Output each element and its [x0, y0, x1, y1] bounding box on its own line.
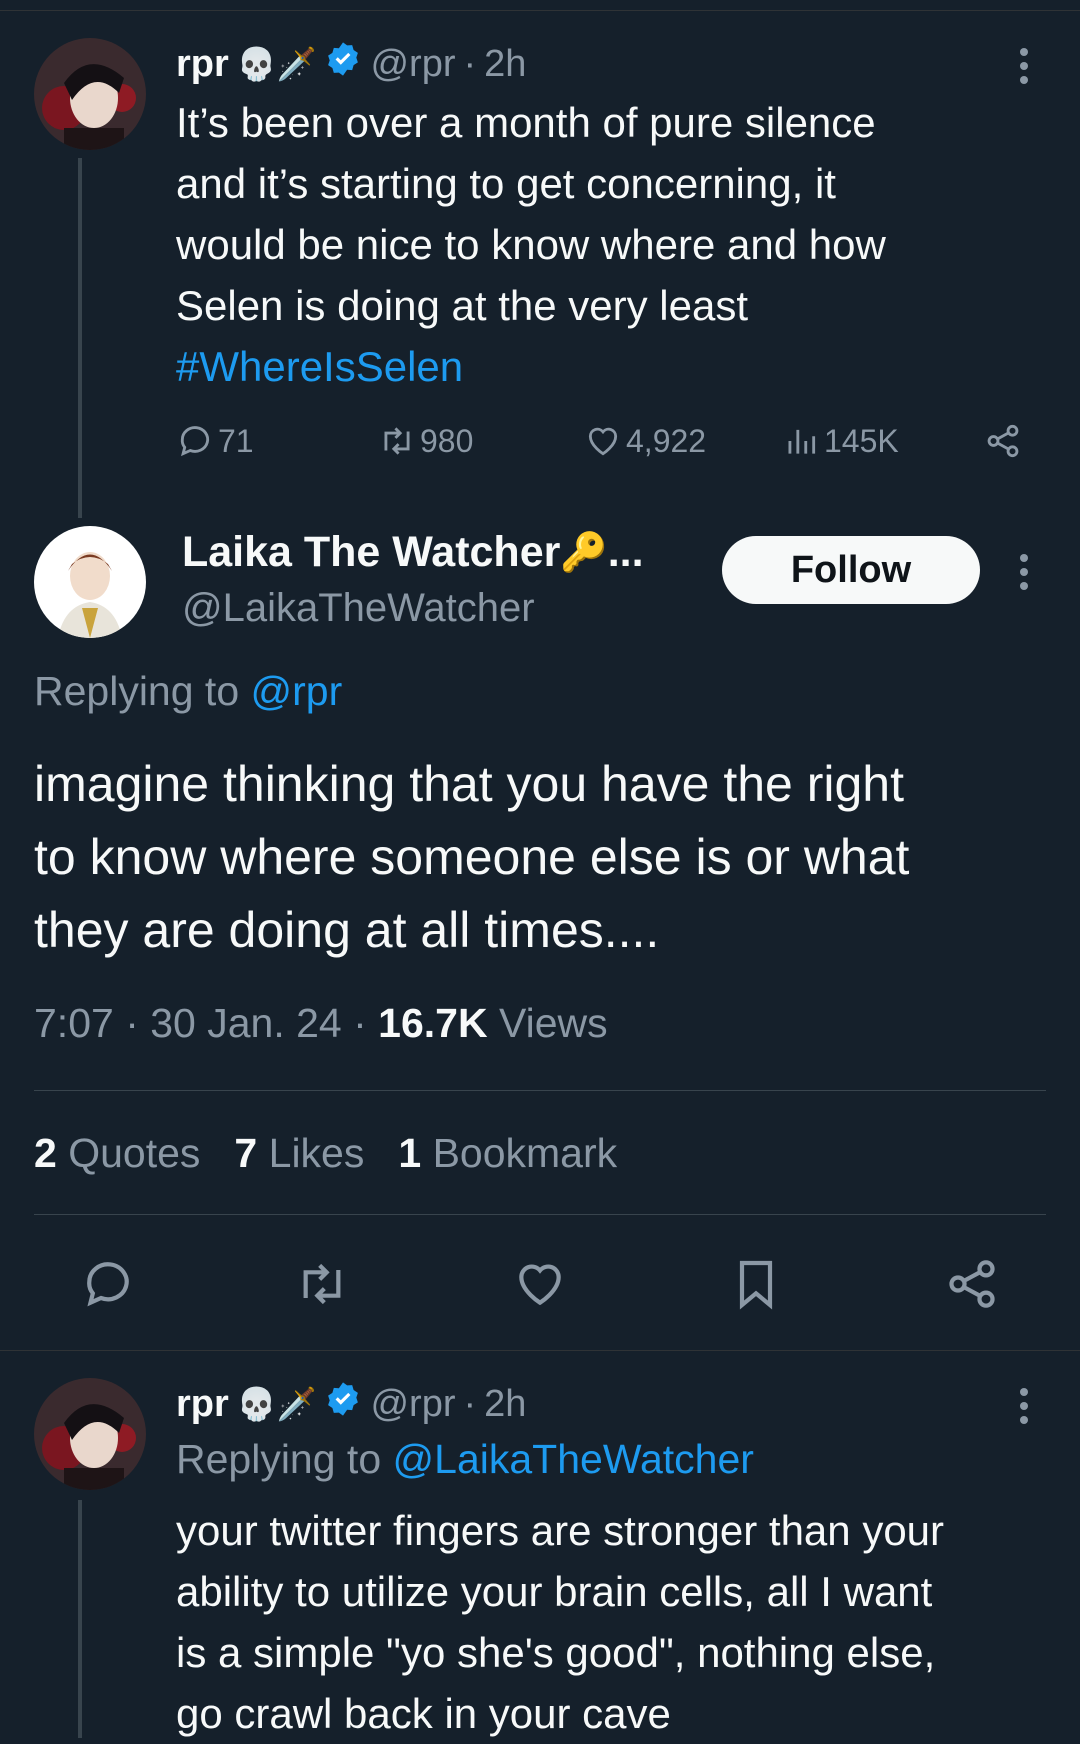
more-icon[interactable]	[1019, 48, 1029, 90]
more-icon[interactable]	[1019, 554, 1029, 596]
verified-icon	[324, 1380, 362, 1428]
quotes-label: Quotes	[68, 1130, 201, 1176]
share-button[interactable]	[984, 422, 1022, 460]
tweet-text-line: Selen is doing at the very least	[176, 282, 749, 329]
bookmarks-count: 1	[398, 1130, 422, 1176]
tweet-timestamp[interactable]: 7:07 · 30 Jan. 24 ·	[34, 1000, 367, 1046]
author-name[interactable]: rpr	[176, 43, 229, 86]
main-author-name[interactable]: Laika The Watcher	[182, 528, 560, 577]
name-emoji: 💀🗡️	[236, 46, 317, 82]
replying-prefix: Replying to	[176, 1436, 382, 1482]
divider	[34, 1090, 1046, 1091]
views-count-value: 145K	[824, 422, 899, 459]
main-text-line: imagine thinking that you have the right	[34, 756, 904, 812]
avatar-rpr[interactable]	[34, 38, 146, 150]
replying-prefix: Replying to	[34, 668, 240, 714]
more-icon[interactable]	[1019, 1388, 1029, 1430]
top-divider	[0, 10, 1080, 11]
tweet-meta: 7:07 · 30 Jan. 24 · 16.7K Views	[34, 1000, 608, 1047]
follow-button[interactable]: Follow	[722, 536, 980, 604]
tweet-text-line: your twitter fingers are stronger than y…	[176, 1507, 945, 1554]
replying-handle-link[interactable]: @LaikaTheWatcher	[393, 1436, 754, 1482]
like-button[interactable]	[512, 1256, 568, 1317]
separator-dot: ·	[463, 1382, 477, 1425]
like-icon	[588, 427, 618, 456]
share-button[interactable]	[944, 1256, 1000, 1317]
like-count[interactable]: 4,922	[584, 422, 706, 460]
retweet-icon	[384, 427, 410, 455]
tweet-text-line: go crawl back in your cave	[176, 1690, 671, 1737]
main-text-line: to know where someone else is or what	[34, 829, 910, 885]
author-name[interactable]: rpr	[176, 1383, 229, 1426]
reply-count-value: 71	[218, 422, 254, 459]
share-icon	[949, 1260, 995, 1308]
key-emoji: 🔑	[560, 531, 608, 574]
like-count-value: 4,922	[626, 422, 707, 459]
author-handle[interactable]: @rpr	[370, 43, 455, 86]
tweet-time[interactable]: 2h	[484, 1383, 526, 1426]
reply-icon	[87, 1262, 129, 1307]
tweet-text: It’s been over a month of pure silence a…	[176, 92, 1056, 397]
reply-count[interactable]: 71	[176, 422, 254, 460]
retweet-count[interactable]: 980	[378, 422, 473, 460]
share-icon	[987, 424, 1019, 458]
likes-label: Likes	[268, 1130, 365, 1176]
retweet-count-value: 980	[420, 422, 474, 459]
views-icon	[788, 429, 816, 454]
reply-button[interactable]	[80, 1256, 136, 1317]
tweet-text-line: ability to utilize your brain cells, all…	[176, 1568, 933, 1615]
divider	[34, 1214, 1046, 1215]
retweet-icon	[303, 1263, 341, 1305]
tweet-text-line: It’s been over a month of pure silence	[176, 99, 876, 146]
tweet-text-line: and it’s starting to get concerning, it	[176, 160, 836, 207]
like-icon	[519, 1264, 561, 1306]
quotes-stat[interactable]: 2 Quotes	[34, 1130, 200, 1177]
quotes-count: 2	[34, 1130, 57, 1176]
name-ellipsis: ...	[607, 528, 644, 576]
bookmark-icon	[739, 1260, 773, 1310]
bookmarks-stat[interactable]: 1 Bookmark	[398, 1130, 617, 1177]
author-handle[interactable]: @rpr	[370, 1383, 455, 1426]
divider	[0, 1350, 1080, 1351]
avatar-rpr[interactable]	[34, 1378, 146, 1490]
tweet-text: your twitter fingers are stronger than y…	[176, 1500, 1066, 1744]
name-emoji: 💀🗡️	[236, 1386, 317, 1422]
likes-count: 7	[234, 1130, 258, 1176]
tweet-time[interactable]: 2h	[484, 43, 526, 86]
bookmarks-label: Bookmark	[432, 1130, 618, 1176]
main-text-line: they are doing at all times....	[34, 902, 660, 958]
likes-stat[interactable]: 7 Likes	[234, 1130, 364, 1177]
views-count[interactable]: 145K	[782, 422, 899, 460]
views-total: 16.7K	[378, 1000, 488, 1046]
retweet-button[interactable]	[294, 1256, 350, 1317]
main-author-handle[interactable]: @LaikaTheWatcher	[182, 586, 535, 631]
verified-icon	[324, 40, 362, 88]
replying-to: Replying to @LaikaTheWatcher	[176, 1436, 754, 1483]
tweet-text-line: would be nice to know where and how	[176, 221, 886, 268]
bookmark-button[interactable]	[728, 1256, 784, 1317]
main-tweet-text: imagine thinking that you have the right…	[34, 748, 1054, 967]
separator-dot: ·	[463, 42, 477, 85]
tweet-text-line: is a simple "yo she's good", nothing els…	[176, 1629, 936, 1676]
views-label: Views	[499, 1000, 608, 1046]
thread-line	[78, 158, 82, 518]
replying-handle-link[interactable]: @rpr	[251, 668, 343, 714]
replying-to: Replying to @rpr	[34, 668, 342, 715]
hashtag-link[interactable]: #WhereIsSelen	[176, 336, 1056, 397]
avatar-laika[interactable]	[34, 526, 146, 638]
thread-line	[78, 1500, 82, 1738]
reply-icon	[180, 426, 210, 457]
